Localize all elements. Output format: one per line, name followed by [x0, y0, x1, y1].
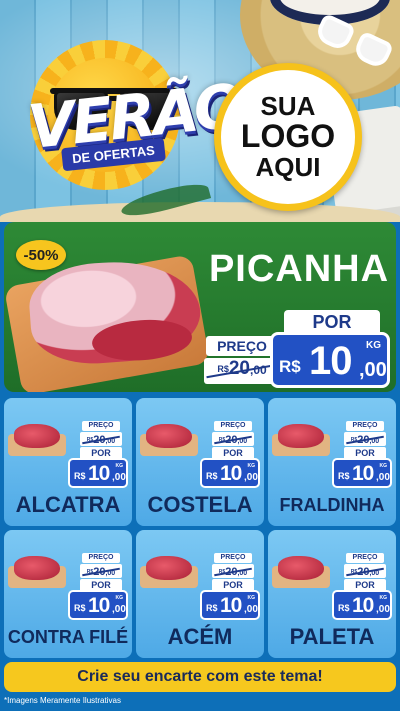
product-card-alcatra[interactable]: PREÇO R$20,00 POR R$ 10,00 KG ALCATRA [4, 398, 132, 526]
new-price-int: 10 [220, 462, 242, 485]
new-price: R$ 10,00 KG [332, 590, 392, 620]
new-price-int: 10 [220, 594, 242, 617]
price-unit: KG [379, 595, 388, 601]
create-flyer-button[interactable]: Crie seu encarte com este tema! [4, 662, 396, 692]
logo-line-2: LOGO [240, 118, 336, 155]
product-name: COSTELA [147, 492, 253, 517]
new-price-currency: R$ [206, 471, 218, 481]
product-card-costela[interactable]: PREÇO R$20,00 POR R$ 10,00 KG COSTELA [136, 398, 264, 526]
price-unit: KG [247, 595, 256, 601]
new-price-dec: ,00 [359, 359, 387, 381]
old-price-int: 20 [93, 434, 106, 446]
new-price-currency: R$ [74, 471, 86, 481]
old-price-int: 20 [225, 434, 238, 446]
old-price: R$20,00 [344, 432, 386, 446]
price-label: PREÇO [82, 553, 120, 563]
meat-icon [272, 552, 332, 588]
old-price-currency: R$ [217, 364, 229, 374]
brand-logo: VERÃO DE OFERTAS [25, 71, 245, 172]
product-name: ALCATRA [15, 492, 121, 517]
old-price: R$20,00 [212, 564, 254, 578]
new-price: R$ 10,00 KG [68, 458, 128, 488]
new-price: R$ 10,00 KG [200, 590, 260, 620]
price-unit: KG [379, 463, 388, 469]
old-price-int: 20 [357, 566, 370, 578]
product-name: FRALDINHA [279, 495, 385, 515]
product-name: PALETA [289, 624, 375, 649]
old-price-dec: ,00 [369, 438, 380, 445]
new-price-currency: R$ [206, 603, 218, 613]
product-name: CONTRA FILÉ [7, 627, 129, 647]
price-label: PREÇO [82, 421, 120, 431]
old-price: R$20,00 [344, 564, 386, 578]
new-price: R$ 10,00 KG [68, 590, 128, 620]
new-price-dec: ,00 [376, 472, 390, 483]
disclaimer-text: *Imagens Meramente Ilustrativas [4, 696, 121, 705]
meat-icon [8, 420, 68, 456]
old-price: R$20,00 [204, 358, 280, 384]
new-price: R$ 10,00 KG [200, 458, 260, 488]
old-price: R$20,00 [212, 432, 254, 446]
old-price: R$20,00 [80, 432, 122, 446]
price-unit: KG [115, 463, 124, 469]
new-price-dec: ,00 [112, 604, 126, 615]
new-price-currency: R$ [279, 357, 301, 376]
new-price-int: 10 [352, 462, 374, 485]
new-price-int: 10 [88, 594, 110, 617]
featured-price-block: PREÇO R$20,00 POR R$ 10 ,00 KG [200, 304, 394, 390]
new-price-int: 10 [88, 462, 110, 485]
meat-icon [272, 420, 332, 456]
old-price-dec: ,00 [105, 438, 116, 445]
logo-placeholder[interactable]: SUA LOGO AQUI [214, 63, 362, 211]
meat-icon [8, 552, 68, 588]
header-banner: VERÃO DE OFERTAS SUA LOGO AQUI [0, 0, 400, 222]
price-label: PREÇO [214, 553, 252, 563]
old-price-dec: ,00 [237, 570, 248, 577]
old-price-int: 20 [228, 358, 250, 379]
new-price-currency: R$ [338, 603, 350, 613]
new-price: R$ 10,00 KG [332, 458, 392, 488]
old-price-int: 20 [357, 434, 370, 446]
new-price-dec: ,00 [244, 604, 258, 615]
price-label: PREÇO [214, 421, 252, 431]
new-price-dec: ,00 [112, 472, 126, 483]
new-price-currency: R$ [74, 603, 86, 613]
price-unit: KG [247, 463, 256, 469]
meat-icon [140, 420, 200, 456]
featured-product-card[interactable]: -50% PICANHA PREÇO R$20,00 POR R$ 10 ,00… [4, 222, 396, 392]
featured-product-name: PICANHA [208, 248, 390, 290]
meat-icon [140, 552, 200, 588]
price-unit: KG [366, 340, 381, 351]
new-price-currency: R$ [338, 471, 350, 481]
product-card-paleta[interactable]: PREÇO R$20,00 POR R$ 10,00 KG PALETA [268, 530, 396, 658]
new-price-int: 10 [309, 339, 352, 383]
old-price-int: 20 [225, 566, 238, 578]
price-label: PREÇO [346, 421, 384, 431]
product-name: ACÉM [167, 624, 233, 649]
logo-line-3: AQUI [255, 151, 321, 182]
price-label: PREÇO [346, 553, 384, 563]
new-price-dec: ,00 [244, 472, 258, 483]
product-card-fraldinha[interactable]: PREÇO R$20,00 POR R$ 10,00 KG FRALDINHA [268, 398, 396, 526]
new-price-dec: ,00 [376, 604, 390, 615]
old-price-dec: ,00 [249, 363, 267, 377]
old-price: R$20,00 [80, 564, 122, 578]
discount-badge: -50% [16, 240, 66, 270]
old-price-dec: ,00 [237, 438, 248, 445]
logo-line-1: SUA [260, 90, 316, 121]
product-card-contra-file[interactable]: PREÇO R$20,00 POR R$ 10,00 KG CONTRA FILÉ [4, 530, 132, 658]
product-card-acem[interactable]: PREÇO R$20,00 POR R$ 10,00 KG ACÉM [136, 530, 264, 658]
price-label: PREÇO [206, 336, 278, 356]
price-unit: KG [115, 595, 124, 601]
old-price-int: 20 [93, 566, 106, 578]
por-label: POR [284, 310, 380, 334]
new-price: R$ 10 ,00 KG [270, 332, 390, 388]
old-price-dec: ,00 [105, 570, 116, 577]
old-price-dec: ,00 [369, 570, 380, 577]
new-price-int: 10 [352, 594, 374, 617]
